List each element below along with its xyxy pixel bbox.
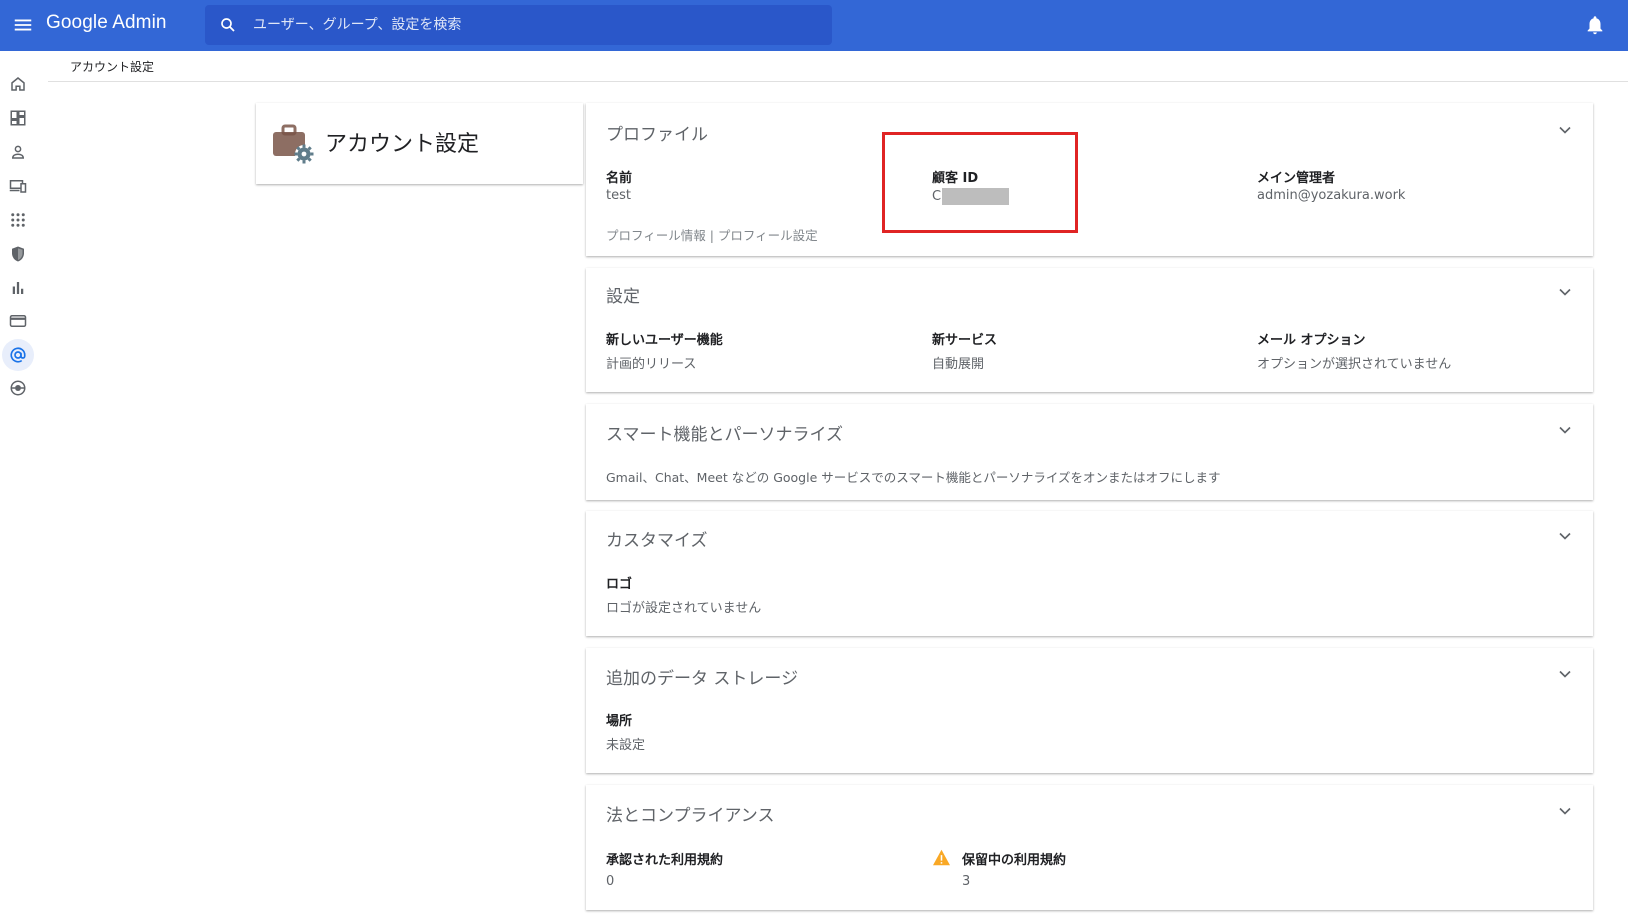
notifications-icon[interactable] bbox=[1584, 14, 1606, 36]
chevron-down-icon[interactable] bbox=[1555, 801, 1575, 821]
accepted-terms-label: 承認された利用規約 bbox=[606, 853, 724, 868]
name-value: test bbox=[606, 188, 631, 203]
name-label: 名前 bbox=[606, 171, 633, 186]
search-box[interactable] bbox=[205, 5, 832, 45]
profile-links[interactable]: プロフィール情報 | プロフィール設定 bbox=[606, 225, 818, 244]
briefcase-settings-icon bbox=[273, 124, 314, 164]
mail-options-value: オプションが選択されていません bbox=[1257, 357, 1452, 372]
section-smart-features[interactable]: スマート機能とパーソナライズ Gmail、Chat、Meet などの Googl… bbox=[586, 404, 1593, 500]
breadcrumb: アカウント設定 bbox=[70, 60, 155, 74]
nav-dashboard[interactable] bbox=[5, 105, 31, 131]
nav-billing[interactable] bbox=[5, 308, 31, 334]
section-title-smart: スマート機能とパーソナライズ bbox=[606, 425, 843, 445]
accepted-terms-value: 0 bbox=[606, 874, 615, 889]
chevron-down-icon[interactable] bbox=[1555, 526, 1575, 546]
smart-features-description: Gmail、Chat、Meet などの Google サービスでのスマート機能と… bbox=[606, 470, 1221, 485]
security-icon bbox=[12, 246, 24, 262]
chevron-down-icon[interactable] bbox=[1555, 664, 1575, 684]
account-icon bbox=[10, 347, 26, 363]
main-admin-label: メイン管理者 bbox=[1257, 171, 1336, 186]
nav-rules[interactable] bbox=[5, 375, 31, 401]
left-nav-rail bbox=[0, 51, 36, 917]
section-title-storage: 追加のデータ ストレージ bbox=[606, 669, 799, 689]
dashboard-icon bbox=[10, 110, 26, 126]
apps-icon bbox=[11, 213, 25, 227]
section-legal-compliance[interactable]: 法とコンプライアンス 承認された利用規約 0 保留中の利用規約 3 bbox=[586, 785, 1593, 910]
section-title-legal: 法とコンプライアンス bbox=[606, 806, 775, 826]
nav-account[interactable] bbox=[2, 339, 34, 371]
nav-security[interactable] bbox=[5, 241, 31, 267]
person-icon bbox=[11, 145, 25, 159]
pending-terms-value: 3 bbox=[962, 874, 971, 889]
app-logo[interactable]: Google Admin bbox=[46, 12, 167, 34]
logo-label: ロゴ bbox=[606, 577, 633, 592]
location-value: 未設定 bbox=[606, 738, 646, 753]
section-title-customize: カスタマイズ bbox=[606, 531, 708, 551]
section-settings[interactable]: 設定 新しいユーザー機能 計画的リリース 新サービス 自動展開 メール オプショ… bbox=[586, 268, 1593, 392]
chevron-down-icon[interactable] bbox=[1555, 282, 1575, 302]
nav-apps[interactable] bbox=[5, 207, 31, 233]
section-profile[interactable]: プロファイル 名前 test 顧客 ID C メイン管理者 admin@yoza… bbox=[586, 103, 1593, 256]
mail-options-label: メール オプション bbox=[1257, 333, 1366, 348]
home-icon bbox=[11, 77, 25, 91]
search-icon bbox=[221, 18, 235, 32]
chevron-down-icon[interactable] bbox=[1555, 120, 1575, 140]
breadcrumb-divider bbox=[48, 81, 1628, 82]
pending-terms-label: 保留中の利用規約 bbox=[962, 853, 1067, 868]
highlight-annotation-box bbox=[882, 132, 1078, 233]
new-user-features-value: 計画的リリース bbox=[606, 357, 697, 372]
nav-reports[interactable] bbox=[5, 275, 31, 301]
nav-users[interactable] bbox=[5, 139, 31, 165]
menu-icon[interactable] bbox=[12, 14, 34, 36]
new-services-value: 自動展開 bbox=[932, 357, 985, 372]
section-title-profile: プロファイル bbox=[606, 125, 708, 145]
warning-icon bbox=[933, 849, 950, 866]
location-label: 場所 bbox=[606, 714, 633, 729]
rules-icon bbox=[10, 380, 26, 396]
nav-home[interactable] bbox=[5, 71, 31, 97]
billing-icon bbox=[9, 315, 27, 327]
page-title-card: アカウント設定 bbox=[256, 103, 583, 184]
logo-value: ロゴが設定されていません bbox=[606, 601, 762, 616]
nav-devices[interactable] bbox=[5, 173, 31, 199]
search-input[interactable] bbox=[253, 5, 813, 45]
reports-icon bbox=[12, 282, 24, 294]
chevron-down-icon[interactable] bbox=[1555, 420, 1575, 440]
section-data-storage[interactable]: 追加のデータ ストレージ 場所 未設定 bbox=[586, 648, 1593, 773]
new-services-label: 新サービス bbox=[932, 333, 998, 348]
top-app-bar: Google Admin bbox=[0, 0, 1628, 51]
new-user-features-label: 新しいユーザー機能 bbox=[606, 333, 723, 348]
section-customize[interactable]: カスタマイズ ロゴ ロゴが設定されていません bbox=[586, 511, 1593, 636]
devices-icon bbox=[9, 180, 27, 193]
section-title-settings: 設定 bbox=[606, 287, 640, 307]
page-title: アカウント設定 bbox=[325, 132, 480, 157]
main-admin-value: admin@yozakura.work bbox=[1257, 188, 1406, 203]
